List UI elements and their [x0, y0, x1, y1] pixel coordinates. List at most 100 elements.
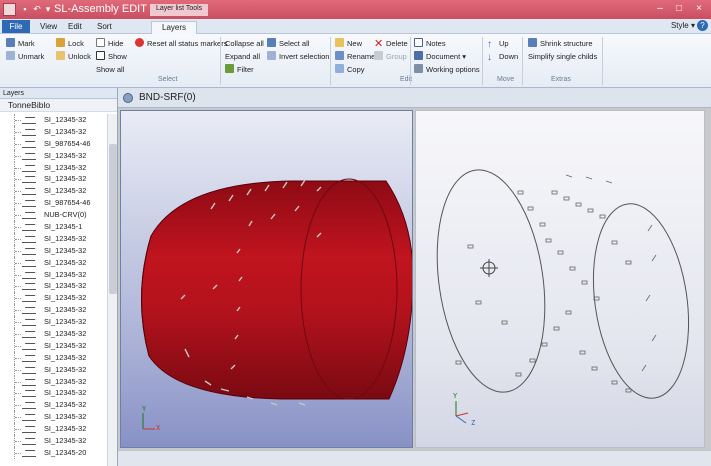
view-header: BND-SRF(0) — [118, 88, 711, 108]
quick-access-dropdown-icon[interactable]: ▾ — [43, 3, 53, 15]
layers-panel-header: Layers — [0, 88, 117, 99]
tree-branch — [15, 131, 21, 133]
layer-list-item[interactable]: SI_12345-1 — [0, 221, 106, 233]
layer-tree-root[interactable]: TonneBiblo — [0, 99, 117, 112]
layer-list-item[interactable]: SI_12345-32 — [0, 411, 106, 424]
new-button[interactable]: New — [335, 38, 362, 50]
shrink-structure-button[interactable]: Shrink structure — [528, 38, 593, 50]
layer-list-item[interactable]: SI_12345-32 — [0, 292, 106, 305]
layer-list-item[interactable]: SI_12345-32 — [0, 339, 106, 352]
layer-list-item[interactable]: SI_12345-32 — [0, 149, 106, 162]
tab-file[interactable]: File — [2, 20, 30, 33]
working-options-button[interactable]: Working options — [414, 64, 480, 76]
expand-all-button[interactable]: Expand all — [225, 51, 260, 63]
layer-icon — [22, 449, 36, 457]
undo-icon[interactable]: ↶ — [32, 3, 42, 15]
layer-icon — [22, 259, 36, 267]
minimize-button[interactable]: – — [651, 2, 669, 16]
layer-list-item[interactable]: SI_12345-32 — [0, 185, 106, 198]
collapse-all-button[interactable]: Collapse all — [225, 38, 264, 50]
layer-list-item[interactable]: SI_12345-32 — [0, 363, 106, 376]
wireframe-cylinder-drawing — [436, 169, 690, 424]
layer-list-item[interactable]: SI_12345-32 — [0, 244, 106, 257]
unlock-button[interactable]: Unlock — [56, 51, 91, 63]
ribbon-separator — [220, 37, 221, 85]
layer-list-item[interactable]: SI_12345-32 — [0, 304, 106, 317]
layer-list-item[interactable]: SI_987654-46 — [0, 137, 106, 150]
layer-list-item[interactable]: SI_12345-32 — [0, 328, 106, 340]
filter-button[interactable]: Filter — [225, 64, 254, 76]
hide-button[interactable]: Hide — [96, 38, 123, 50]
group-button[interactable]: Group — [374, 51, 407, 63]
tab-layers[interactable]: Layers — [151, 21, 198, 34]
tree-branch — [15, 143, 21, 145]
wireframe-viewport[interactable]: Y Z — [415, 110, 705, 448]
invert-selection-button[interactable]: Invert selection — [267, 51, 329, 63]
tree-branch — [15, 227, 21, 229]
rename-button[interactable]: Rename — [335, 51, 375, 63]
notes-button[interactable]: Notes — [414, 38, 446, 50]
show-button[interactable]: Show — [96, 51, 127, 63]
show-all-button[interactable]: Show all — [96, 64, 124, 76]
reset-all-status-markers-button[interactable]: Reset all status markers — [135, 38, 227, 50]
close-button[interactable]: × — [690, 2, 708, 16]
tree-branch — [15, 238, 21, 240]
ribbon-separator — [330, 37, 331, 85]
help-icon[interactable]: ? — [697, 20, 708, 31]
copy-button[interactable]: Copy — [335, 64, 365, 76]
tree-branch — [15, 274, 21, 276]
layer-label: SI_12345-32 — [44, 186, 87, 196]
shaded-viewport[interactable]: Y X — [120, 110, 414, 448]
delete-button[interactable]: ✕ Delete — [374, 38, 408, 50]
layer-list-item[interactable]: SI_12345-20 — [0, 446, 106, 459]
layer-list-item[interactable]: SI_12345-32 — [0, 423, 106, 436]
layer-list-item[interactable]: NUB-CRV(0) — [0, 209, 106, 222]
layer-list-scrollbar[interactable] — [107, 114, 117, 466]
layer-icon — [22, 330, 36, 339]
simplify-single-childs-button[interactable]: Simplify single childs — [528, 51, 597, 63]
title-bar: ▪ ↶ ▾ SL-Assembly EDIT FILE - To... Laye… — [0, 0, 711, 19]
layer-list-item[interactable]: SI_12345-32 — [0, 351, 106, 364]
layer-list-item[interactable]: SI_12345-32 — [0, 125, 106, 138]
tab-edit[interactable]: Edit — [68, 21, 82, 34]
layer-label: SI_12345-32 — [44, 257, 87, 267]
document-dropdown[interactable]: Document ▾ — [414, 51, 466, 63]
layer-list-item[interactable]: SI_12345-32 — [0, 161, 106, 174]
copy-icon — [335, 64, 344, 73]
mark-button[interactable]: Mark — [6, 38, 35, 50]
maximize-button[interactable]: □ — [670, 2, 688, 16]
axis-label-y: Y — [142, 405, 147, 413]
tab-view[interactable]: View — [40, 21, 57, 34]
tab-sort[interactable]: Sort — [97, 21, 112, 34]
arrow-up-icon: ↑ — [487, 39, 492, 50]
layer-list-item[interactable]: SI_12345-32 — [0, 268, 106, 281]
ribbon-tabs: File View Edit Sort Layers Style ▾ ? — [0, 19, 711, 34]
layer-list-item[interactable]: SI_12345-32 — [0, 232, 106, 245]
layer-list-item[interactable]: SI_12345-32 — [0, 256, 106, 269]
layer-list-item[interactable]: SI_12345-32 — [0, 173, 106, 186]
move-down-button[interactable]: ↓ Down — [487, 51, 518, 63]
layer-list-item[interactable]: SI_12345-32 — [0, 316, 106, 329]
axis-label-y: Y — [453, 392, 458, 400]
move-up-button[interactable]: ↑ Up — [487, 38, 509, 50]
layer-list-item[interactable]: SI_12345-32 — [0, 114, 106, 126]
layer-label: SI_987654-46 — [44, 198, 91, 208]
layer-list-item[interactable]: SI_12345-32 — [0, 387, 106, 400]
scrollbar-thumb[interactable] — [109, 144, 117, 294]
layer-list-item[interactable]: SI_12345-32 — [0, 435, 106, 447]
app-icon[interactable] — [3, 3, 16, 16]
unmark-button[interactable]: Unmark — [6, 51, 44, 63]
layer-list-item[interactable]: SI_987654-46 — [0, 197, 106, 210]
save-icon[interactable]: ▪ — [20, 3, 30, 15]
style-menu[interactable]: Style ▾ — [671, 21, 695, 30]
tree-branch — [15, 298, 21, 300]
layer-icon — [22, 164, 36, 172]
layer-icon — [22, 223, 36, 232]
ribbon-separator — [410, 37, 411, 85]
layer-list-item[interactable]: SI_12345-32 — [0, 399, 106, 412]
layer-list-item[interactable]: SI_12345-32 — [0, 375, 106, 388]
layer-icon — [22, 389, 36, 398]
lock-button[interactable]: Lock — [56, 38, 84, 50]
layer-list-item[interactable]: SI_12345-32 — [0, 280, 106, 293]
select-all-button[interactable]: Select all — [267, 38, 309, 50]
